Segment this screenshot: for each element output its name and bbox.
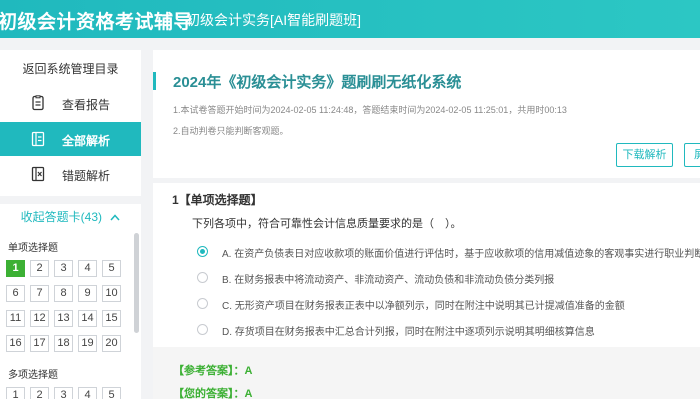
sidebar-item-report[interactable]: 查看报告 [0,86,141,120]
sidebar-item-wrong-answers[interactable]: 错题解析 [0,157,141,191]
question-number-cell[interactable]: 10 [102,285,121,302]
title-accent-bar [153,72,156,90]
question-stem: 下列各项中，符合可靠性会计信息质量要求的是（ ）。 [192,218,462,230]
sidebar: 返回系统管理目录 查看报告 全部解析 错题解析 收起答题卡(43) 单项选择题 … [0,50,141,399]
question-number-cell[interactable]: 20 [102,335,121,352]
collapse-label: 收起答题卡(43) [20,210,102,224]
radio-button[interactable] [197,246,208,257]
wrong-answers-icon [31,166,45,182]
sidebar-scrollbar[interactable] [134,233,139,333]
app-title: 初级会计资格考试辅导 [0,12,194,33]
section-divider [153,178,700,183]
question-number-cell[interactable]: 3 [54,387,73,399]
sidebar-item-label: 查看报告 [62,98,111,112]
reference-answer: 【参考答案】：A [173,365,253,377]
question-number-cell[interactable]: 15 [102,310,121,327]
question-number-cell[interactable]: 2 [30,260,49,277]
option-text: A. 在资产负债表日对应收款项的账面价值进行评估时，基于应收款项的信用减值迹象的… [222,249,700,260]
question-number-cell[interactable]: 6 [6,285,25,302]
course-title: 初级会计实务[AI智能刷题班] [186,12,362,28]
single-choice-grid: 1 2 3 4 5 6 7 8 9 10 11 12 13 14 15 16 17 18 19 20 [6,260,121,352]
question-number-cell[interactable]: 8 [54,285,73,302]
exam-grading-note: 2.自动判卷只能判断客观题。 [173,126,289,136]
question-number-cell[interactable]: 5 [102,260,121,277]
sidebar-item-label: 错题解析 [62,169,111,183]
question-number-cell[interactable]: 14 [78,310,97,327]
section-label-multi-choice: 多项选择题 [8,370,58,381]
download-analysis-button[interactable]: 下载解析 [616,143,673,167]
exam-title: 2024年《初级会计实务》题刷刷无纸化系统 [173,74,462,91]
sidebar-divider [0,196,141,204]
multi-choice-grid: 12345 [6,387,121,399]
question-number-cell[interactable]: 13 [54,310,73,327]
radio-button[interactable] [197,272,208,283]
partial-toolbar-button[interactable]: 屏 [684,143,700,167]
your-answer: 【您的答案】：A [173,388,253,399]
exam-time-info: 1.本试卷答题开始时间为2024-02-05 11:24:48，答题结束时间为2… [173,105,567,115]
question-number-cell[interactable]: 5 [102,387,121,399]
question-number-cell[interactable]: 3 [54,260,73,277]
option-text: B. 在财务报表中将流动资产、非流动资产、流动负债和非流动负债分类列报 [222,275,555,286]
question-number-cell[interactable]: 16 [6,335,25,352]
option-text: C. 无形资产项目在财务报表正表中以净额列示，同时在附注中说明其已计提减值准备的… [222,301,625,312]
answer-area: 【参考答案】：A 【您的答案】：A [153,347,700,399]
question-number-cell[interactable]: 4 [78,387,97,399]
chevron-up-icon [110,210,120,224]
question-number-cell[interactable]: 17 [30,335,49,352]
return-to-menu-link[interactable]: 返回系统管理目录 [0,50,141,86]
question-number-cell[interactable]: 9 [78,285,97,302]
sidebar-item-label: 全部解析 [62,134,111,148]
question-number-cell[interactable]: 1 [6,260,25,277]
radio-button[interactable] [197,298,208,309]
question-number-cell[interactable]: 18 [54,335,73,352]
report-icon [32,95,44,111]
question-number-cell[interactable]: 2 [30,387,49,399]
question-number-cell[interactable]: 4 [78,260,97,277]
question-number-cell[interactable]: 1 [6,387,25,399]
analysis-icon [31,131,45,147]
question-number-cell[interactable]: 19 [78,335,97,352]
question-number-cell[interactable]: 12 [30,310,49,327]
question-type-label: 1【单项选择题】 [172,193,263,207]
sidebar-item-all-analysis[interactable]: 全部解析 [0,122,141,156]
question-number-cell[interactable]: 7 [30,285,49,302]
collapse-answer-card-toggle[interactable]: 收起答题卡(43) [0,208,141,225]
option-text: D. 存货项目在财务报表中汇总合计列报，同时在附注中逐项列示说明其明细核算信息 [222,327,595,338]
section-label-single-choice: 单项选择题 [8,243,58,254]
header-bar: 初级会计资格考试辅导 初级会计实务[AI智能刷题班] [0,0,700,38]
main-panel: 2024年《初级会计实务》题刷刷无纸化系统 1.本试卷答题开始时间为2024-0… [153,50,700,399]
question-number-cell[interactable]: 11 [6,310,25,327]
radio-button[interactable] [197,324,208,335]
